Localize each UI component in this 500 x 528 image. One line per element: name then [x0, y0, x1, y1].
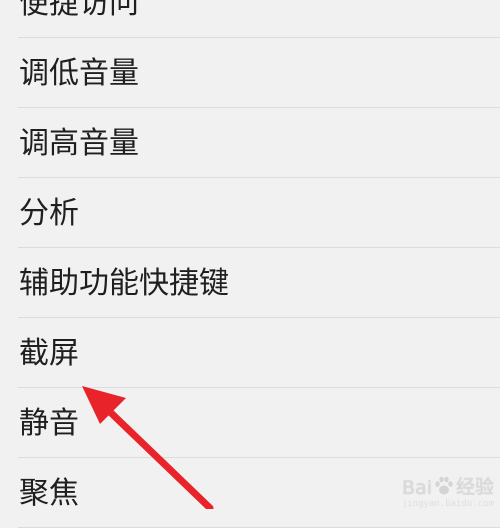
watermark-url: jingyan.baidu.com [401, 499, 494, 509]
watermark-subtitle: 经验 [455, 476, 494, 498]
red-arrow-icon [82, 386, 214, 509]
baidu-jingyan-watermark: Bai 经验 jingyan.baidu.com [402, 472, 494, 509]
baidu-paw-icon [435, 476, 453, 495]
watermark-brand-text: Bai [402, 477, 432, 499]
